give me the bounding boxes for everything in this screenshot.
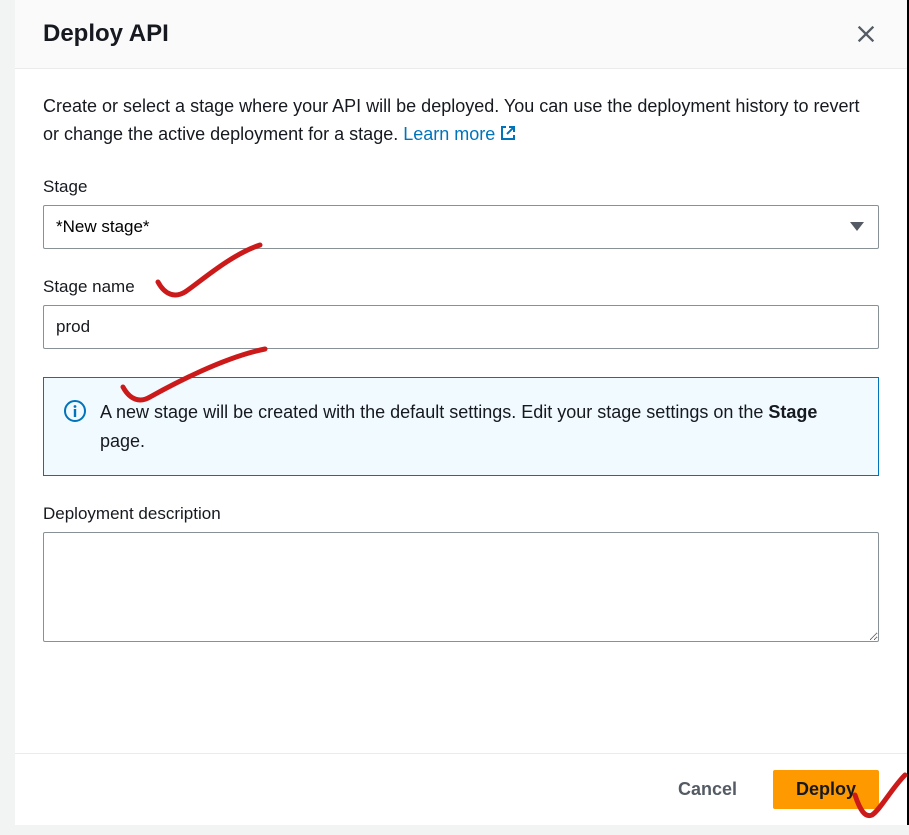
stage-field-group: Stage *New stage* [43, 177, 879, 249]
learn-more-link[interactable]: Learn more [403, 124, 516, 144]
deployment-description-field-group: Deployment description [43, 504, 879, 647]
modal-description: Create or select a stage where your API … [43, 93, 879, 149]
modal-title: Deploy API [43, 20, 169, 48]
info-icon [64, 400, 86, 422]
stage-name-field-group: Stage name [43, 277, 879, 349]
deploy-api-modal: Deploy API Create or select a stage wher… [15, 0, 909, 825]
close-icon [855, 23, 877, 45]
deployment-description-label: Deployment description [43, 504, 879, 524]
modal-body: Create or select a stage where your API … [15, 69, 907, 753]
deployment-description-input[interactable] [43, 532, 879, 642]
deploy-button[interactable]: Deploy [773, 770, 879, 809]
close-button[interactable] [853, 21, 879, 47]
stage-select-value: *New stage* [56, 217, 150, 237]
stage-label: Stage [43, 177, 879, 197]
info-alert: A new stage will be created with the def… [43, 377, 879, 477]
external-link-icon [500, 122, 516, 138]
stage-name-input[interactable] [43, 305, 879, 349]
info-text: A new stage will be created with the def… [100, 398, 858, 456]
caret-down-icon [850, 217, 864, 237]
modal-header: Deploy API [15, 0, 907, 69]
stage-name-label: Stage name [43, 277, 879, 297]
stage-select[interactable]: *New stage* [43, 205, 879, 249]
modal-footer: Cancel Deploy [15, 753, 907, 825]
cancel-button[interactable]: Cancel [656, 770, 759, 809]
